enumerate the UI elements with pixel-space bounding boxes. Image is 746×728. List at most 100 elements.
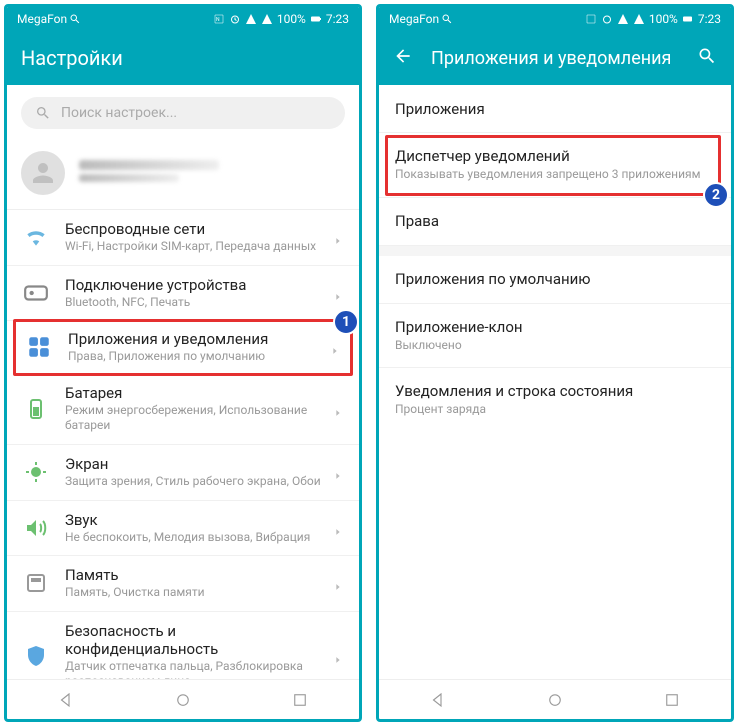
battery-label: 100%: [649, 12, 678, 26]
item-display[interactable]: Экран Защита зрения, Стиль рабочего экра…: [7, 445, 359, 501]
item-device-connect[interactable]: Подключение устройства Bluetooth, NFC, П…: [7, 266, 359, 322]
battery-icon: [310, 13, 322, 25]
item-wireless[interactable]: Беспроводные сети Wi-Fi, Настройки SIM-к…: [7, 210, 359, 266]
item-sub: Wi-Fi, Настройки SIM-карт, Передача данн…: [65, 239, 333, 255]
item-sub: Bluetooth, NFC, Печать: [65, 295, 333, 311]
item-title: Память: [65, 566, 333, 584]
item-title: Батарея: [65, 384, 333, 402]
navbar: [7, 679, 359, 719]
nav-recent-icon[interactable]: [291, 691, 309, 709]
header: Приложения и уведомления: [379, 31, 731, 85]
svg-text:N: N: [216, 17, 220, 23]
wifi-icon: [21, 222, 51, 252]
profile-row[interactable]: [7, 141, 359, 210]
battery-label: 100%: [277, 12, 306, 26]
item-app-clone[interactable]: Приложение-клон Выключено: [379, 304, 731, 369]
bluetooth-icon: [21, 278, 51, 308]
search-icon: [69, 13, 81, 25]
item-title: Диспетчер уведомлений: [395, 147, 715, 165]
item-title: Подключение устройства: [65, 276, 333, 294]
nav-back-icon[interactable]: [57, 691, 75, 709]
nav-back-icon[interactable]: [429, 691, 447, 709]
item-status-bar[interactable]: Уведомления и строка состояния Процент з…: [379, 368, 731, 432]
item-storage[interactable]: Память Память, Очистка памяти: [7, 556, 359, 612]
nav-home-icon[interactable]: [174, 691, 192, 709]
item-permissions[interactable]: Права: [379, 198, 731, 246]
item-notification-manager[interactable]: Диспетчер уведомлений Показывать уведомл…: [379, 133, 731, 198]
statusbar: MegaFon N 100% 7:23: [7, 7, 359, 31]
item-title: Приложения: [395, 100, 715, 118]
blurred-text: [79, 174, 179, 182]
item-title: Звук: [65, 511, 333, 529]
carrier-label: MegaFon: [389, 12, 439, 26]
item-sub: Процент заряда: [395, 402, 715, 418]
item-sub: Режим энергосбережения, Использование ба…: [65, 403, 333, 434]
signal-icon: [245, 13, 257, 25]
chevron-right-icon: [333, 577, 345, 589]
step-badge-1: 1: [333, 309, 359, 335]
chevron-right-icon: [333, 522, 345, 534]
item-sound[interactable]: Звук Не беспокоить, Мелодия вызова, Вибр…: [7, 501, 359, 557]
search-input[interactable]: Поиск настроек...: [21, 97, 345, 129]
item-sub: Права, Приложения по умолчанию: [68, 349, 330, 365]
item-title: Приложения и уведомления: [68, 330, 330, 348]
navbar: [379, 679, 731, 719]
search-button[interactable]: [697, 46, 717, 71]
nfc-icon: [585, 13, 597, 25]
chevron-right-icon: [333, 466, 345, 478]
alarm-icon: [601, 13, 613, 25]
chevron-right-icon: [333, 231, 345, 243]
item-title: Приложения по умолчанию: [395, 270, 715, 288]
phone-right: MegaFon 100% 7:23 Приложения и уведомлен…: [376, 4, 734, 722]
clock-label: 7:23: [326, 12, 349, 26]
back-button[interactable]: [393, 46, 413, 71]
chevron-right-icon: [333, 650, 345, 662]
item-title: Права: [395, 212, 715, 230]
item-sub: Выключено: [395, 338, 715, 354]
chevron-right-icon: [330, 341, 342, 353]
statusbar: MegaFon 100% 7:23: [379, 7, 731, 31]
step-badge-2: 2: [703, 182, 729, 208]
item-battery[interactable]: Батарея Режим энергосбережения, Использо…: [7, 374, 359, 445]
item-title: Уведомления и строка состояния: [395, 382, 715, 400]
apps-grid-icon: [24, 332, 54, 362]
blurred-text: [79, 160, 219, 170]
item-apps-notifications[interactable]: Приложения и уведомления Права, Приложен…: [13, 319, 353, 376]
item-security[interactable]: Безопасность и конфиденциальность Датчик…: [7, 612, 359, 679]
item-title: Беспроводные сети: [65, 220, 333, 238]
clock-label: 7:23: [698, 12, 721, 26]
item-sub: Защита зрения, Стиль рабочего экрана, Об…: [65, 474, 333, 490]
item-apps[interactable]: Приложения: [379, 85, 731, 133]
settings-list: Приложения Диспетчер уведомлений Показыв…: [379, 85, 731, 679]
item-sub: Память, Очистка памяти: [65, 585, 333, 601]
shield-icon: [21, 641, 51, 671]
avatar: [21, 151, 65, 195]
header: Настройки: [7, 31, 359, 85]
settings-list: Беспроводные сети Wi-Fi, Настройки SIM-к…: [7, 210, 359, 679]
display-icon: [21, 457, 51, 487]
chevron-right-icon: [333, 287, 345, 299]
item-title: Экран: [65, 455, 333, 473]
section-gap: [379, 246, 731, 256]
chevron-right-icon: [333, 403, 345, 415]
nav-recent-icon[interactable]: [663, 691, 681, 709]
page-title: Настройки: [21, 46, 345, 70]
item-sub: Датчик отпечатка пальца, Разблокировка р…: [65, 659, 333, 679]
signal-icon: [617, 13, 629, 25]
battery-icon: [21, 394, 51, 424]
search-icon: [441, 13, 453, 25]
item-title: Приложение-клон: [395, 318, 715, 336]
nav-home-icon[interactable]: [546, 691, 564, 709]
page-title: Приложения и уведомления: [431, 48, 697, 69]
item-sub: Показывать уведомления запрещено 3 прило…: [395, 167, 715, 183]
nfc-icon: N: [213, 13, 225, 25]
item-default-apps[interactable]: Приложения по умолчанию: [379, 256, 731, 304]
carrier-label: MegaFon: [17, 12, 67, 26]
alarm-icon: [229, 13, 241, 25]
signal-icon: [261, 13, 273, 25]
signal-icon: [633, 13, 645, 25]
item-sub: Не беспокоить, Мелодия вызова, Вибрация: [65, 530, 333, 546]
search-placeholder: Поиск настроек...: [61, 105, 177, 121]
storage-icon: [21, 568, 51, 598]
sound-icon: [21, 513, 51, 543]
